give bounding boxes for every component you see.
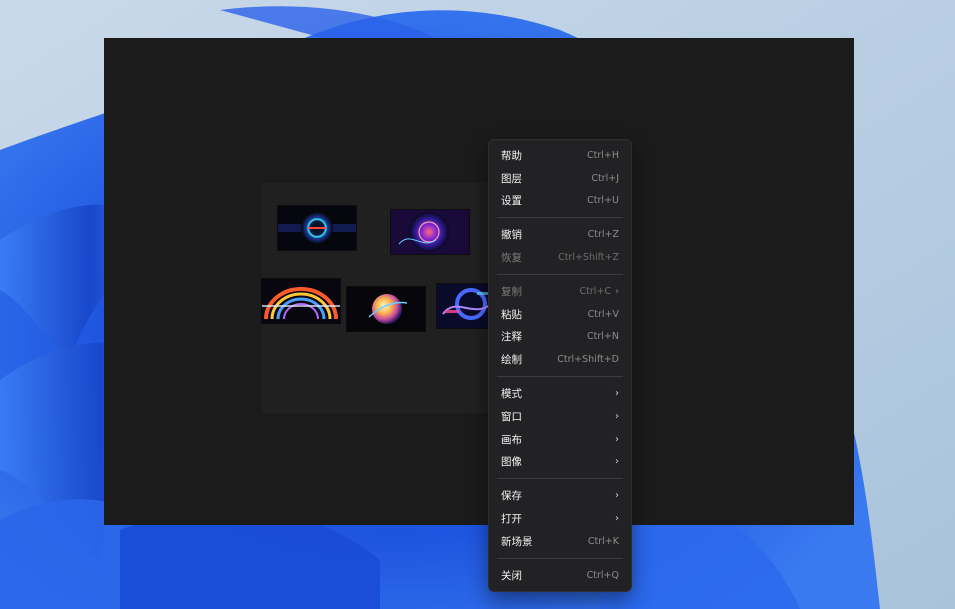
menu-item-image[interactable]: 图像 › — [489, 451, 631, 474]
menu-item-shortcut: Ctrl+Shift+D — [557, 354, 619, 366]
menu-item-label: 注释 — [501, 331, 522, 344]
thumb-ring-portal[interactable] — [278, 206, 356, 250]
menu-item-layers[interactable]: 图层 Ctrl+J — [489, 167, 631, 190]
menu-item-label: 绘制 — [501, 354, 522, 367]
menu-item-paste[interactable]: 粘贴 Ctrl+V — [489, 303, 631, 326]
menu-item-label: 粘贴 — [501, 308, 522, 321]
menu-item-label: 图像 — [501, 456, 522, 469]
menu-item-label: 撤销 — [501, 229, 522, 242]
menu-item-undo[interactable]: 撤销 Ctrl+Z — [489, 223, 631, 246]
menu-item-open[interactable]: 打开 › — [489, 507, 631, 530]
menu-item-save[interactable]: 保存 › — [489, 484, 631, 507]
chevron-right-icon: › — [615, 388, 619, 400]
chevron-right-icon: › — [615, 285, 619, 297]
menu-item-shortcut: Ctrl+C — [579, 285, 612, 297]
menu-item-shortcut: Ctrl+H — [586, 149, 619, 161]
menu-separator — [497, 557, 623, 559]
menu-separator — [497, 273, 623, 275]
menu-item-canvas[interactable]: 画布 › — [489, 428, 631, 451]
menu-item-label: 画布 — [501, 433, 522, 446]
menu-item-shortcut: Ctrl+K — [587, 535, 619, 547]
chevron-right-icon: › — [615, 456, 619, 468]
menu-item-window[interactable]: 窗口 › — [489, 405, 631, 428]
menu-item-label: 窗口 — [501, 410, 522, 423]
menu-item-shortcut: Ctrl+Q — [586, 569, 619, 581]
menu-item-label: 帮助 — [501, 149, 522, 162]
menu-item-label: 图层 — [501, 172, 522, 185]
menu-item-label: 模式 — [501, 388, 522, 401]
menu-item-label: 设置 — [501, 195, 522, 208]
chevron-right-icon: › — [615, 490, 619, 502]
menu-item-shortcut: Ctrl+Shift+Z — [558, 252, 619, 264]
menu-item-label: 关闭 — [501, 569, 522, 582]
menu-item-help[interactable]: 帮助 Ctrl+H — [489, 144, 631, 167]
menu-item-redo: 恢复 Ctrl+Shift+Z — [489, 246, 631, 269]
menu-item-shortcut: Ctrl+V — [587, 308, 619, 320]
menu-item-settings[interactable]: 设置 Ctrl+U — [489, 190, 631, 213]
menu-item-label: 恢复 — [501, 252, 522, 265]
canvas-panel[interactable] — [262, 183, 502, 413]
menu-item-copy: 复制 Ctrl+C › — [489, 280, 631, 303]
menu-item-draw[interactable]: 绘制 Ctrl+Shift+D — [489, 348, 631, 371]
menu-item-label: 新场景 — [501, 535, 533, 548]
menu-item-shortcut: Ctrl+Z — [587, 229, 619, 241]
chevron-right-icon: › — [615, 410, 619, 422]
context-menu: 帮助 Ctrl+H 图层 Ctrl+J 设置 Ctrl+U 撤销 Ctrl+Z 恢复 Ctrl+S… — [488, 139, 632, 592]
menu-item-shortcut: Ctrl+U — [587, 195, 619, 207]
thumb-glow-sphere[interactable] — [347, 287, 425, 331]
chevron-right-icon: › — [615, 433, 619, 445]
menu-item-shortcut: Ctrl+N — [587, 331, 619, 343]
menu-item-shortcut: Ctrl+J — [591, 172, 619, 184]
app-window — [104, 38, 854, 525]
menu-item-mode[interactable]: 模式 › — [489, 382, 631, 405]
menu-item-label: 打开 — [501, 513, 522, 526]
menu-item-annotate[interactable]: 注释 Ctrl+N — [489, 326, 631, 349]
menu-item-new-scene[interactable]: 新场景 Ctrl+K — [489, 530, 631, 553]
menu-item-label: 保存 — [501, 490, 522, 503]
thumb-rainbow-arc[interactable] — [262, 279, 340, 323]
menu-separator — [497, 376, 623, 378]
thumb-neon-vortex[interactable] — [391, 210, 469, 254]
chevron-right-icon: › — [615, 513, 619, 525]
menu-item-label: 复制 — [501, 285, 522, 298]
menu-separator — [497, 478, 623, 480]
menu-separator — [497, 217, 623, 219]
menu-item-close[interactable]: 关闭 Ctrl+Q — [489, 564, 631, 587]
